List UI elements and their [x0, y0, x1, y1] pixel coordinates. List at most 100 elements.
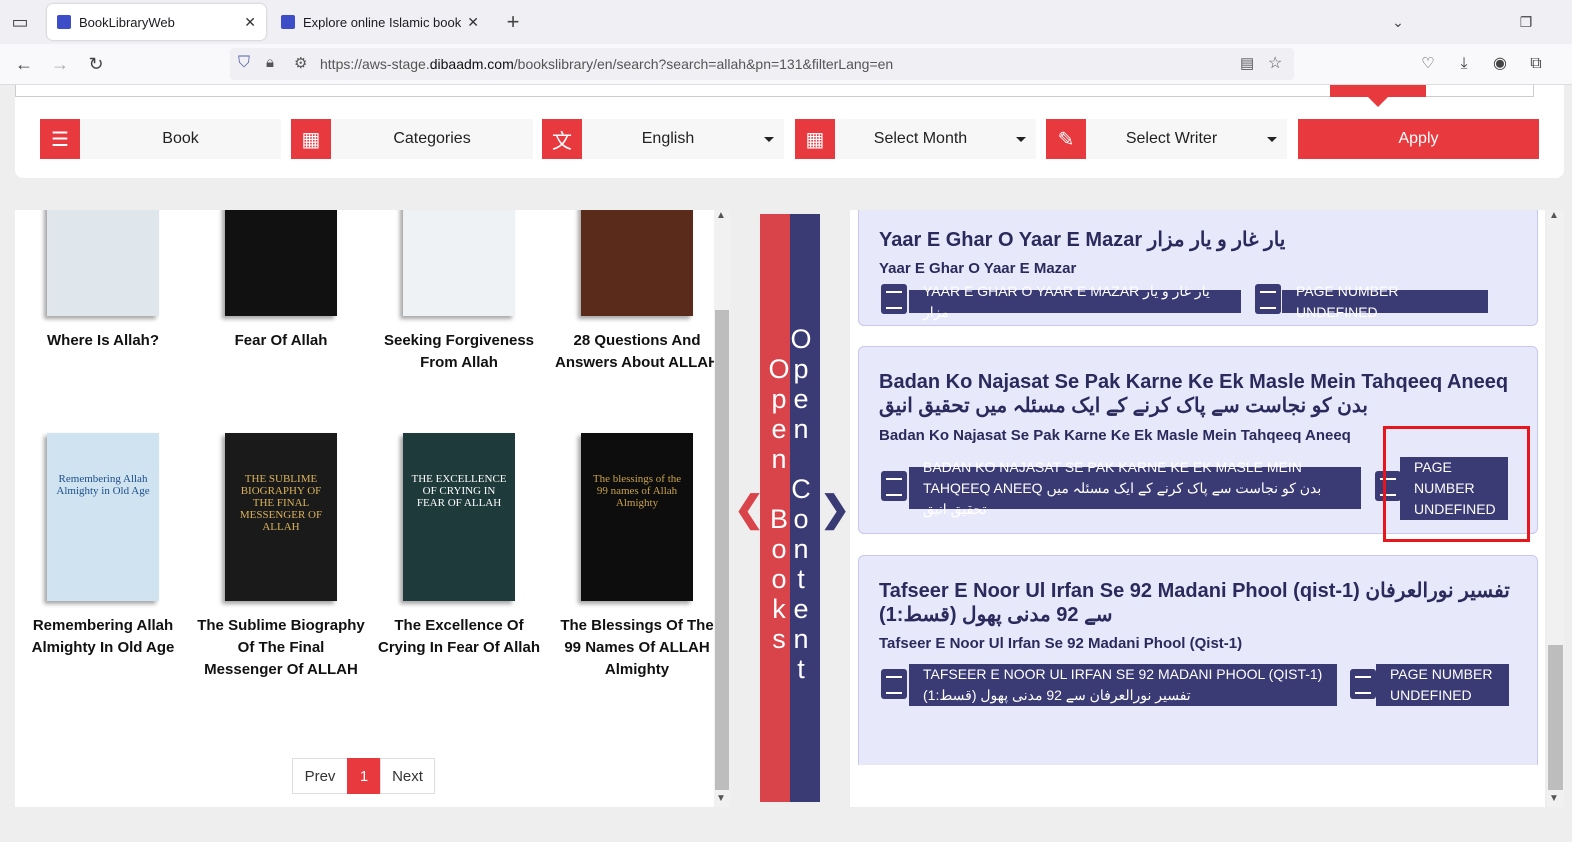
- result-subtitle: Tafseer E Noor Ul Irfan Se 92 Madani Pho…: [879, 635, 1243, 652]
- pocket-icon[interactable]: ♡: [1414, 44, 1442, 84]
- book-cover-text: The blessings of the 99 names of Allah A…: [592, 473, 682, 509]
- book-cover[interactable]: Allah: [581, 210, 693, 316]
- tab-explore-books[interactable]: Explore online Islamic books lib ✕: [271, 4, 489, 40]
- new-tab-icon[interactable]: +: [499, 4, 527, 40]
- tab-label: BookLibraryWeb: [79, 14, 175, 30]
- chevron-right-icon[interactable]: ❯: [820, 488, 850, 530]
- result-subtitle: Yaar E Ghar O Yaar E Mazar: [879, 260, 1077, 277]
- filter-categories-label: Categories: [393, 130, 471, 147]
- page-tag[interactable]: PAGE NUMBER UNDEFINED: [1282, 283, 1488, 320]
- page-icon: [1255, 284, 1281, 314]
- bookmark-star-icon[interactable]: ☆: [1268, 53, 1282, 73]
- book-cover-text: Remembering Allah Almighty in Old Age: [56, 473, 150, 497]
- tab-label: Explore online Islamic books lib: [303, 14, 462, 30]
- highlight-box: [1383, 426, 1530, 542]
- filter-book[interactable]: ☰ Book: [40, 119, 281, 159]
- writer-select-value: Select Writer: [1125, 130, 1218, 147]
- reader-view-icon[interactable]: ▤: [1240, 54, 1254, 72]
- reload-icon[interactable]: ↻: [82, 44, 110, 84]
- close-tab-icon[interactable]: ✕: [467, 14, 479, 31]
- extensions-icon[interactable]: ⧉: [1522, 44, 1550, 84]
- download-icon[interactable]: ⤓: [1450, 44, 1478, 84]
- close-tab-icon[interactable]: ✕: [244, 14, 256, 31]
- book-tag[interactable]: BADAN KO NAJASAT SE PAK KARNE KE EK MASL…: [909, 459, 1361, 517]
- book-favicon-icon: [281, 15, 295, 29]
- scroll-up-icon[interactable]: ▲: [716, 210, 726, 221]
- content-scrollbar-thumb[interactable]: [1548, 645, 1563, 790]
- book-title[interactable]: Fear Of Allah: [197, 330, 365, 352]
- result-card[interactable]: Yaar E Ghar O Yaar E Mazar یار غار و یار…: [858, 210, 1538, 326]
- search-input[interactable]: [15, 85, 1534, 97]
- book-title[interactable]: The Blessings Of The 99 Names Of ALLAH A…: [553, 615, 714, 681]
- book-card[interactable]: THE EXCELLENCE OF CRYING IN FEAR OF ALLA…: [375, 433, 543, 659]
- filter-book-label: Book: [162, 130, 199, 147]
- account-icon[interactable]: ◉: [1486, 44, 1514, 84]
- book-icon: [881, 471, 907, 501]
- book-card[interactable]: Seeking Forgiveness From Allah: [375, 210, 543, 374]
- writer-select[interactable]: ✎ Select Writer: [1046, 119, 1287, 159]
- book-title[interactable]: Remembering Allah Almighty In Old Age: [19, 615, 187, 659]
- browser-tab-bar: ▭ BookLibraryWeb ✕ Explore online Islami…: [0, 0, 1572, 44]
- result-title: Tafseer E Noor Ul Irfan Se 92 Madani Pho…: [879, 580, 1510, 626]
- book-card[interactable]: FEAR OF ALLAH Fear Of Allah: [197, 210, 365, 352]
- result-subtitle: Badan Ko Najasat Se Pak Karne Ke Ek Masl…: [879, 427, 1351, 444]
- left-prev-button[interactable]: Prev: [292, 758, 348, 794]
- filter-categories[interactable]: ▦ Categories: [291, 119, 533, 159]
- book-card[interactable]: THE SUBLIME BIOGRAPHY OF THE FINAL MESSE…: [197, 433, 365, 681]
- book-card[interactable]: The blessings of the 99 names of Allah A…: [553, 433, 714, 681]
- book-cover[interactable]: The blessings of the 99 names of Allah A…: [581, 433, 693, 601]
- book-title[interactable]: Seeking Forgiveness From Allah: [375, 330, 543, 374]
- categories-icon: ▦: [291, 119, 331, 159]
- page-tag[interactable]: PAGE NUMBER UNDEFINED: [1376, 664, 1509, 706]
- scroll-down-icon[interactable]: ▼: [716, 793, 726, 804]
- open-content-toggle[interactable]: Open Content: [790, 214, 820, 802]
- apply-button[interactable]: Apply: [1298, 119, 1539, 159]
- open-content-label: Open Content: [790, 324, 812, 684]
- pagination-bar: [850, 765, 1545, 807]
- url-text: https://aws-stage.dibaadm.com/bookslibra…: [320, 56, 894, 72]
- book-card[interactable]: Remembering Allah Almighty in Old Age Rem…: [19, 433, 187, 659]
- book-title[interactable]: Where Is Allah?: [19, 330, 187, 352]
- book-title[interactable]: 28 Questions And Answers About ALLAH: [553, 330, 714, 374]
- book-title[interactable]: The Excellence Of Crying In Fear Of Alla…: [375, 615, 543, 659]
- book-cover[interactable]: THE SUBLIME BIOGRAPHY OF THE FINAL MESSE…: [225, 433, 337, 601]
- book-cover[interactable]: Allah?: [47, 210, 159, 316]
- restore-window-icon[interactable]: ❐: [1512, 4, 1540, 40]
- tab-list-icon[interactable]: ▭: [6, 4, 34, 40]
- writer-icon: ✎: [1046, 119, 1086, 159]
- address-bar[interactable]: ⛉ 🔒︎ ⚙︎ https://aws-stage.dibaadm.com/bo…: [230, 48, 1294, 80]
- books-scrollbar-thumb[interactable]: [715, 310, 729, 790]
- search-button[interactable]: [1330, 85, 1426, 107]
- books-panel: Allah? Where Is Allah? FEAR OF ALLAH Fear O…: [15, 210, 714, 807]
- book-icon: [881, 669, 907, 699]
- translate-icon: 文: [542, 119, 582, 159]
- book-tag[interactable]: YAAR E GHAR O YAAR E MAZAR یار غار و یار…: [909, 283, 1241, 320]
- language-select[interactable]: 文 English: [542, 119, 784, 159]
- book-card[interactable]: Allah? Where Is Allah?: [19, 210, 187, 352]
- back-arrow-icon[interactable]: ←: [10, 44, 38, 84]
- caret-down-icon: [1016, 137, 1026, 142]
- book-cover[interactable]: [403, 210, 515, 316]
- forward-arrow-icon[interactable]: →: [46, 44, 74, 84]
- caret-down-icon: [1267, 137, 1277, 142]
- chevron-down-icon[interactable]: ⌄: [1384, 4, 1412, 40]
- page-icon: [1350, 669, 1376, 699]
- month-select[interactable]: ▦ Select Month: [795, 119, 1036, 159]
- scroll-down-icon[interactable]: ▼: [1549, 793, 1559, 804]
- chevron-left-icon[interactable]: ❮: [734, 488, 764, 530]
- calendar-icon: ▦: [795, 119, 835, 159]
- scroll-up-icon[interactable]: ▲: [1549, 210, 1559, 221]
- book-cover[interactable]: THE EXCELLENCE OF CRYING IN FEAR OF ALLA…: [403, 433, 515, 601]
- book-cover[interactable]: FEAR OF ALLAH: [225, 210, 337, 316]
- browser-nav-bar: ← → ↻ ⛉ 🔒︎ ⚙︎ https://aws-stage.dibaadm.…: [0, 44, 1572, 85]
- book-tag[interactable]: TAFSEER E NOOR UL IRFAN SE 92 MADANI PHO…: [909, 664, 1337, 706]
- month-select-value: Select Month: [873, 130, 968, 147]
- book-title[interactable]: The Sublime Biography Of The Final Messe…: [197, 615, 365, 681]
- result-title: Yaar E Ghar O Yaar E Mazar یار غار و یار…: [879, 229, 1286, 251]
- permissions-icon: ⚙︎: [294, 55, 308, 72]
- book-card[interactable]: Allah 28 Questions And Answers About ALLA…: [553, 210, 714, 374]
- tab-booklibraryweb[interactable]: BookLibraryWeb ✕: [47, 4, 266, 40]
- book-cover[interactable]: Remembering Allah Almighty in Old Age: [47, 433, 159, 601]
- left-next-button[interactable]: Next: [380, 758, 435, 794]
- left-page-1[interactable]: 1: [347, 758, 381, 794]
